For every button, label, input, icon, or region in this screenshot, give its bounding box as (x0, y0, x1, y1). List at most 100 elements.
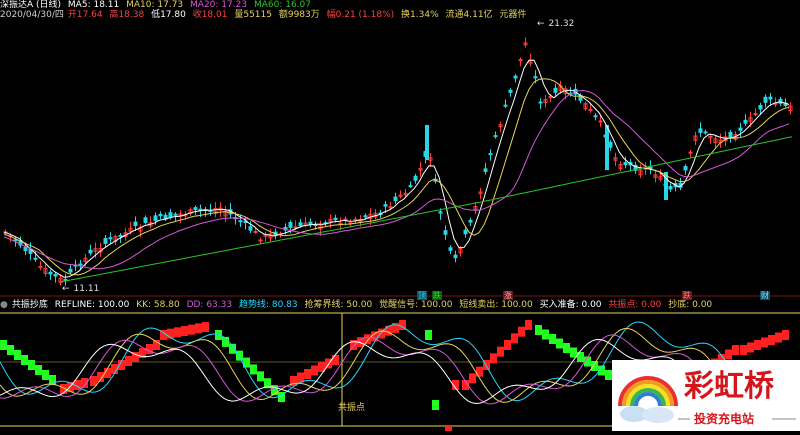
bull-bar (754, 340, 761, 350)
candle-body (38, 265, 43, 268)
candle-body (538, 101, 543, 104)
candle-body (143, 217, 148, 223)
quote-open: 开17.64 (67, 10, 103, 20)
bear-bar (14, 350, 21, 360)
candle-body (553, 87, 558, 93)
bear-bar (28, 360, 35, 370)
ind-refline: REFLINE: 100.00 (54, 300, 130, 310)
candle-body (768, 96, 773, 100)
candle-body (698, 128, 703, 133)
candle-body (383, 204, 388, 207)
candle-body (53, 274, 58, 277)
candle-body (413, 175, 418, 181)
bull-bar (364, 334, 371, 345)
candle-body (468, 219, 473, 223)
bull-bar (740, 345, 747, 355)
bear-bar (250, 364, 257, 375)
candle-body (623, 162, 628, 166)
bull-bar (188, 324, 195, 335)
indicator-dot-icon[interactable]: ● (0, 300, 8, 310)
bear-bar (257, 371, 264, 382)
quote-turnover: 换1.34% (401, 10, 439, 20)
signal-mark-5[interactable]: 财 (760, 291, 774, 301)
candle-body (518, 59, 523, 62)
bull-bar (469, 373, 476, 384)
bull-bar (761, 337, 768, 348)
bull-bar (311, 365, 318, 376)
candle-body (353, 218, 358, 221)
candle-body (508, 89, 513, 93)
candle-body (763, 96, 768, 103)
candle-body (103, 238, 108, 244)
ind-resonance: 共振点: 0.00 (608, 300, 662, 310)
bull-bar (304, 369, 311, 379)
bear-bar (549, 334, 556, 344)
candle-body (488, 153, 493, 156)
bull-bar (504, 340, 511, 350)
candle-body (683, 166, 688, 171)
bull-bar (332, 355, 339, 365)
watermark-logo: 彩虹桥 投资充电站 (612, 360, 800, 431)
ma10-readout: MA10: 17.73 (126, 0, 184, 10)
bull-bar (511, 333, 518, 344)
candle-body (443, 230, 448, 235)
bull-bar (747, 342, 754, 353)
ind-name[interactable]: 共振抄底 (12, 300, 48, 310)
bear-bar (591, 361, 598, 371)
bull-bar (732, 345, 739, 355)
candle-body (453, 254, 458, 259)
candle-body (503, 104, 508, 107)
candle-body (728, 132, 733, 138)
candle-body (513, 75, 518, 79)
ind-buy-ready: 买入准备: 0.00 (539, 300, 602, 310)
bull-bar (445, 426, 452, 431)
ma60-readout: MA60: 16.07 (253, 0, 311, 10)
candle-body (688, 151, 693, 154)
ind-short-sell: 短线卖出: 100.00 (459, 300, 533, 310)
bear-bar (236, 350, 243, 361)
candle-body (438, 211, 443, 214)
quote-low: 低17.80 (151, 10, 186, 20)
candle-body (288, 222, 293, 228)
bull-bar (202, 322, 209, 332)
bear-bar (229, 343, 236, 354)
quote-close: 收18.01 (192, 10, 228, 20)
signal-mark-4[interactable]: 跌 (682, 291, 696, 301)
resonance-point-label: 共振点 (338, 403, 366, 413)
ind-grab: 抢筹界线: 50.00 (304, 300, 373, 310)
signal-mark-3[interactable]: 涨 (503, 291, 517, 301)
candle-body (425, 125, 429, 160)
bear-bar (42, 370, 49, 380)
quote-amount: 额9983万 (278, 10, 320, 20)
candle-body (483, 168, 488, 172)
quote-float: 流通4.11亿 (445, 10, 493, 20)
candle-body (168, 212, 173, 218)
candle-body (608, 141, 613, 148)
ind-wake: 觉醒信号: 100.00 (379, 300, 453, 310)
candle-body (753, 113, 758, 116)
candle-body (363, 215, 368, 218)
signal-mark-1[interactable]: 顶 (417, 291, 431, 301)
low-price-label: ← 11.11 (62, 284, 100, 294)
candle-body (253, 230, 258, 233)
signal-mark-2[interactable]: 跌 (432, 291, 446, 301)
candle-body (408, 185, 413, 188)
logo-subtitle: 投资充电站 (694, 411, 754, 426)
candle-body (193, 207, 198, 211)
quote-sector: 元器件 (499, 10, 527, 20)
candle-body (593, 115, 598, 118)
ma20-readout: MA20: 17.23 (190, 0, 248, 10)
stock-title[interactable]: 深振达A (日线) (0, 0, 61, 10)
candle-body (588, 109, 593, 112)
candle-body (308, 221, 313, 225)
candle-body (398, 194, 403, 197)
bear-bar (21, 355, 28, 365)
candle-body (248, 226, 253, 231)
candle-body (598, 120, 603, 123)
bull-bar (768, 335, 775, 345)
quote-volume: 量55115 (234, 10, 272, 20)
high-price-label: ← 21.32 (537, 19, 575, 29)
bull-bar (497, 346, 504, 357)
ind-kk: KK: 58.80 (136, 300, 180, 310)
bull-bar (525, 320, 532, 330)
